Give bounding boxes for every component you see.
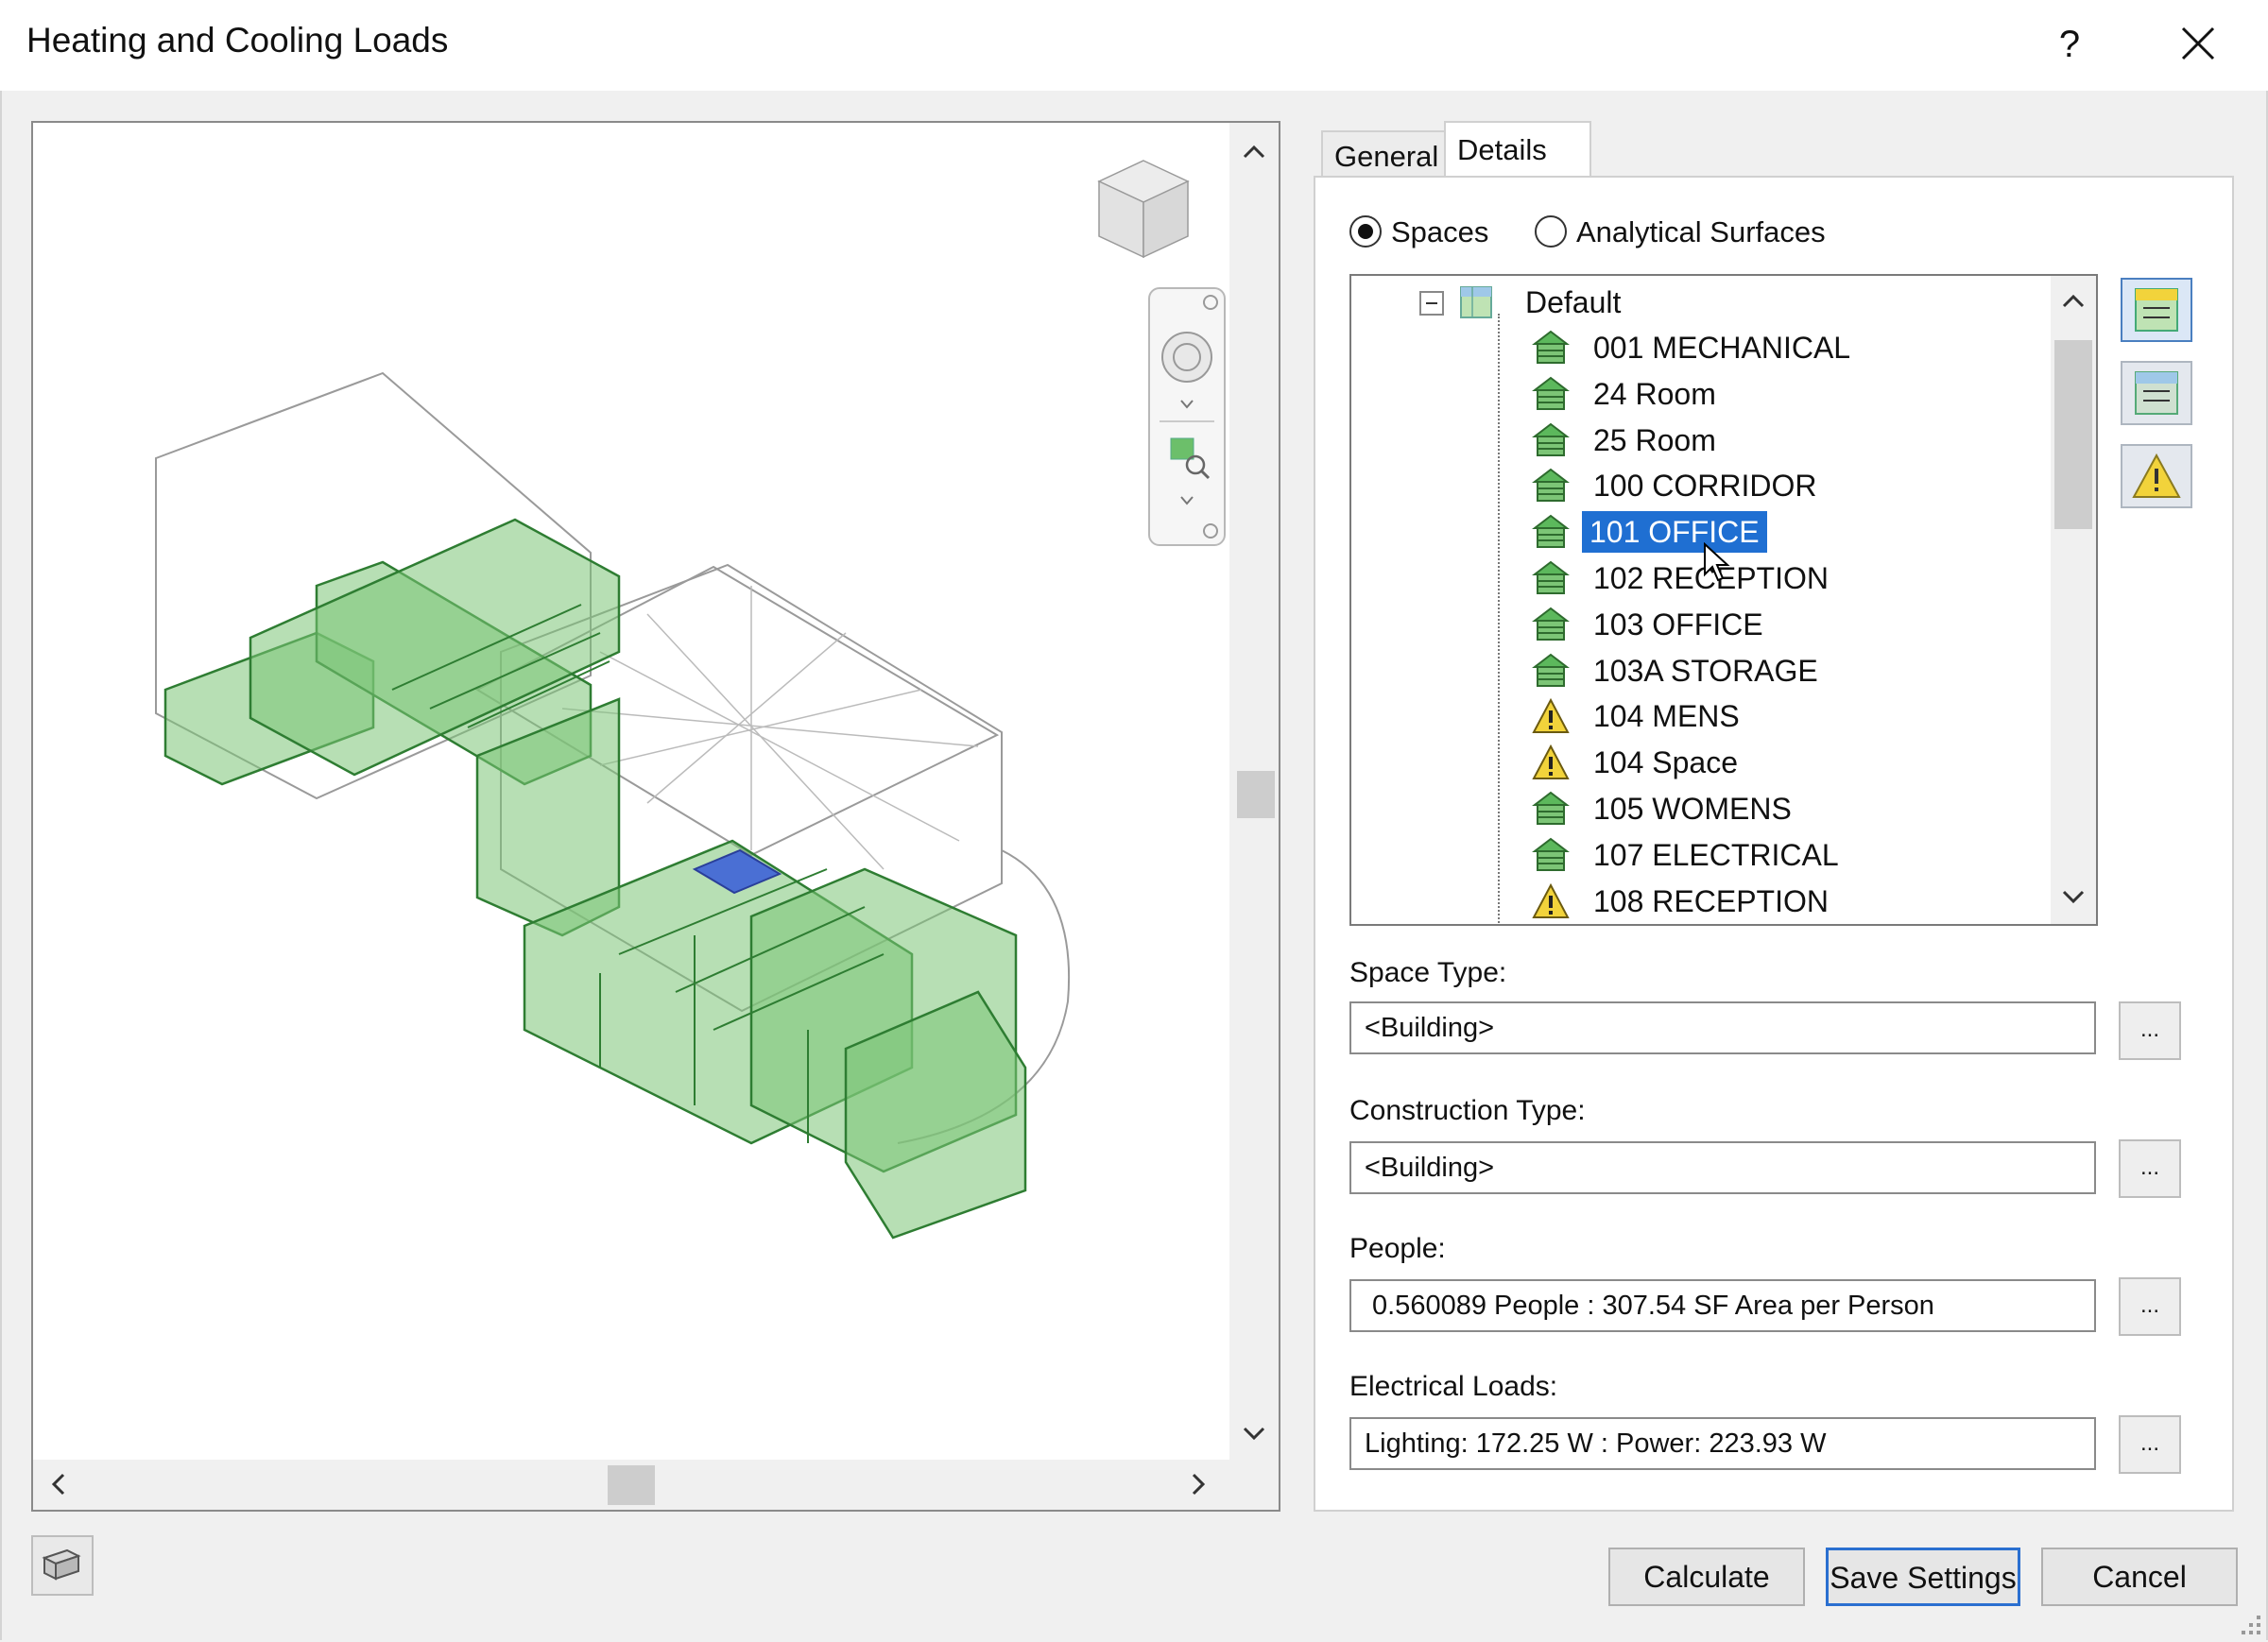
viewport-vertical-thumb[interactable] xyxy=(1237,771,1275,818)
tree-item-label: 107 ELECTRICAL xyxy=(1593,837,1839,872)
title-bar: Heating and Cooling Loads ? xyxy=(0,0,2268,91)
tree-item-label: 100 CORRIDOR xyxy=(1593,469,1817,504)
radio-spaces-label: Spaces xyxy=(1391,215,1489,248)
scroll-left-icon[interactable] xyxy=(41,1465,78,1503)
construction-type-browse-button[interactable]: ... xyxy=(2119,1139,2181,1198)
electrical-loads-label: Electrical Loads: xyxy=(1349,1371,1558,1402)
scroll-right-icon[interactable] xyxy=(1178,1465,1216,1503)
space-type-label: Space Type: xyxy=(1349,957,1507,988)
tree-item-label: 104 MENS xyxy=(1593,699,1740,734)
tree-item[interactable]: 107 ELECTRICAL xyxy=(1351,832,2051,878)
calculate-button[interactable]: Calculate xyxy=(1608,1548,1805,1606)
space-icon xyxy=(1532,469,1570,503)
tree-item[interactable]: 103 OFFICE xyxy=(1351,602,2051,647)
help-button[interactable]: ? xyxy=(2041,13,2098,76)
space-icon xyxy=(1532,791,1570,825)
tree-root-default[interactable]: Default xyxy=(1351,280,2051,325)
radio-analytical-surfaces[interactable]: Analytical Surfaces xyxy=(1535,214,1837,251)
tree-item-label: 101 OFFICE xyxy=(1582,511,1767,554)
building-zone-icon xyxy=(1460,286,1492,318)
cancel-button[interactable]: Cancel xyxy=(2041,1548,2238,1606)
3d-view-toggle-button[interactable] xyxy=(31,1535,94,1596)
close-icon xyxy=(2181,26,2215,60)
tree-item-label: 001 MECHANICAL xyxy=(1593,331,1851,365)
tree-item[interactable]: 101 OFFICE xyxy=(1351,509,2051,555)
scroll-down-icon[interactable] xyxy=(1235,1415,1273,1453)
space-icon xyxy=(1532,837,1570,871)
viewport-horizontal-scrollbar[interactable] xyxy=(33,1460,1279,1510)
tree-item[interactable]: 100 CORRIDOR xyxy=(1351,463,2051,508)
resize-grip-icon[interactable] xyxy=(2236,1610,2264,1638)
warnings-button[interactable] xyxy=(2121,444,2192,508)
warning-icon xyxy=(1532,882,1570,918)
warning-icon xyxy=(2132,453,2181,498)
spaces-tree[interactable]: Default 001 MECHANICAL 24 Room 25 Room 100 … xyxy=(1349,274,2098,926)
tree-scroll-down-icon[interactable] xyxy=(2056,881,2090,915)
navigation-tools-icon xyxy=(1160,295,1218,539)
collapse-icon[interactable] xyxy=(1419,291,1444,316)
navigation-bar[interactable] xyxy=(1148,287,1226,546)
warning-icon xyxy=(1532,744,1570,780)
window-title: Heating and Cooling Loads xyxy=(26,21,449,60)
building-model-view[interactable] xyxy=(33,123,1229,1460)
space-icon xyxy=(1532,560,1570,594)
tree-item-label: 24 Room xyxy=(1593,376,1716,411)
radio-analytical-surfaces-label: Analytical Surfaces xyxy=(1576,215,1826,248)
people-label: People: xyxy=(1349,1233,1446,1264)
electrical-loads-field[interactable]: Lighting: 172.25 W : Power: 223.93 W xyxy=(1349,1417,2096,1470)
space-type-field[interactable]: <Building> xyxy=(1349,1001,2096,1054)
space-highlight-icon xyxy=(2135,288,2178,332)
tree-item-label: 105 WOMENS xyxy=(1593,792,1792,826)
space-icon xyxy=(1532,422,1570,456)
tree-item-label: 108 RECEPTION xyxy=(1593,883,1829,918)
warning-icon xyxy=(1532,698,1570,734)
model-viewport[interactable] xyxy=(31,121,1280,1512)
tree-vertical-scrollbar[interactable] xyxy=(2051,276,2096,924)
tab-details[interactable]: Details xyxy=(1444,121,1591,180)
people-field[interactable]: 0.560089 People : 307.54 SF Area per Per… xyxy=(1349,1279,2096,1332)
close-button[interactable] xyxy=(2164,13,2230,76)
tree-item-label: 103 OFFICE xyxy=(1593,607,1763,641)
construction-type-label: Construction Type: xyxy=(1349,1095,1586,1126)
tree-scroll-thumb[interactable] xyxy=(2054,340,2092,529)
space-icon xyxy=(1532,330,1570,364)
space-icon xyxy=(1532,653,1570,687)
radio-analytical-surfaces-indicator[interactable] xyxy=(1535,215,1567,248)
space-icon xyxy=(1532,514,1570,549)
tree-scroll-up-icon[interactable] xyxy=(2056,283,2090,317)
scroll-up-icon[interactable] xyxy=(1235,132,1273,170)
tree-item[interactable]: 104 Space xyxy=(1351,740,2051,785)
space-icon xyxy=(1532,607,1570,641)
3d-box-icon xyxy=(42,1548,81,1581)
show-space-button[interactable] xyxy=(2121,278,2192,342)
tree-item-label: 103A STORAGE xyxy=(1593,653,1818,688)
people-browse-button[interactable]: ... xyxy=(2119,1277,2181,1336)
tree-item[interactable]: 25 Room xyxy=(1351,418,2051,463)
tree-item[interactable]: 001 MECHANICAL xyxy=(1351,325,2051,370)
radio-spaces-indicator[interactable] xyxy=(1349,215,1382,248)
radio-spaces[interactable]: Spaces xyxy=(1349,214,1501,251)
electrical-loads-browse-button[interactable]: ... xyxy=(2119,1415,2181,1474)
tree-item[interactable]: 105 WOMENS xyxy=(1351,786,2051,831)
properties-icon xyxy=(2135,371,2178,415)
construction-type-field[interactable]: <Building> xyxy=(1349,1141,2096,1194)
tree-item[interactable]: 102 RECEPTION xyxy=(1351,556,2051,601)
space-type-browse-button[interactable]: ... xyxy=(2119,1001,2181,1060)
mouse-cursor-icon xyxy=(1704,542,1730,582)
tree-item[interactable]: 103A STORAGE xyxy=(1351,648,2051,693)
tree-item[interactable]: 24 Room xyxy=(1351,371,2051,417)
tree-item-label: 104 Space xyxy=(1593,745,1739,780)
tree-item-label: 25 Room xyxy=(1593,422,1716,457)
viewport-vertical-scrollbar[interactable] xyxy=(1229,123,1279,1460)
tree-item[interactable]: 108 RECEPTION xyxy=(1351,879,2051,924)
space-properties-button[interactable] xyxy=(2121,361,2192,425)
viewcube-icon[interactable] xyxy=(1082,151,1205,274)
tree-item[interactable]: 104 MENS xyxy=(1351,693,2051,739)
space-icon xyxy=(1532,376,1570,410)
viewport-horizontal-thumb[interactable] xyxy=(608,1465,655,1505)
tree-root-label: Default xyxy=(1525,285,1622,319)
save-settings-button[interactable]: Save Settings xyxy=(1826,1548,2020,1606)
